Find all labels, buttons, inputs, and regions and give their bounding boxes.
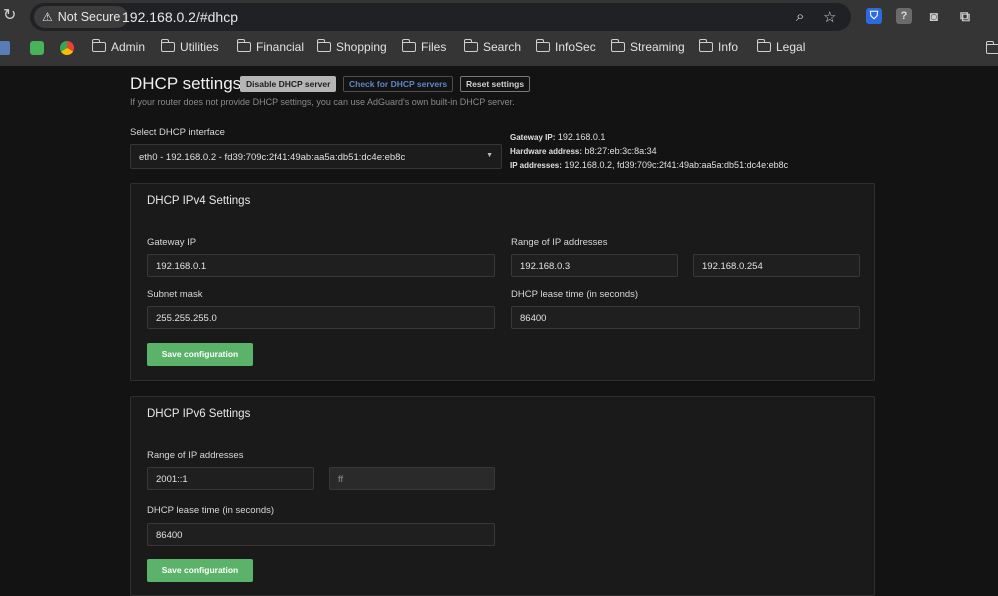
- bookmark-admin[interactable]: Admin: [91, 39, 146, 54]
- bookmark-label: Shopping: [336, 40, 387, 54]
- ipv4-lease-label: DHCP lease time (in seconds): [511, 289, 639, 300]
- folder-icon: [91, 39, 106, 52]
- hardware-info: Hardware address: b8:27:eb:3c:8a:34: [510, 146, 657, 156]
- folder-icon: [160, 39, 175, 52]
- interface-selected: eth0 - 192.168.0.2 - fd39:709c:2f41:49ab…: [139, 152, 406, 163]
- bookmark-label: Financial: [256, 40, 305, 54]
- ipv4-range-label: Range of IP addresses: [511, 237, 608, 248]
- bookmark-label: InfoSec: [555, 40, 596, 54]
- ip-info-value: 192.168.0.2, fd39:709c:2f41:49ab:aa5a:db…: [564, 160, 789, 170]
- ipv6-card: DHCP IPv6 Settings Range of IP addresses…: [130, 396, 875, 596]
- bookmark-label: Admin: [111, 40, 146, 54]
- shield-icon[interactable]: [30, 41, 44, 55]
- warning-icon: ⚠: [42, 10, 53, 24]
- ipv4-lease-input[interactable]: 86400: [511, 306, 860, 329]
- gateway-info-value: 192.168.0.1: [557, 132, 606, 142]
- ipv4-subnet-input[interactable]: 255.255.255.0: [147, 306, 495, 329]
- ipv4-gateway-input[interactable]: 192.168.0.1: [147, 254, 495, 277]
- page-subtitle: If your router does not provide DHCP set…: [130, 97, 515, 107]
- ipv4-title: DHCP IPv4 Settings: [147, 195, 251, 207]
- reload-icon[interactable]: ↻: [3, 7, 19, 25]
- ipv4-subnet-label: Subnet mask: [147, 289, 203, 300]
- url-text[interactable]: 192.168.0.2/#dhcp: [122, 9, 238, 25]
- bookmark-info[interactable]: Info: [698, 39, 739, 54]
- reset-settings-button[interactable]: Reset settings: [460, 76, 531, 92]
- page-title: DHCP settings: [130, 74, 242, 93]
- help-extension-icon[interactable]: ?: [896, 8, 912, 24]
- ipv6-save-button[interactable]: Save configuration: [147, 559, 253, 582]
- chevron-down-icon: ▼: [486, 152, 493, 159]
- disable-dhcp-button[interactable]: Disable DHCP server: [240, 76, 337, 92]
- hardware-info-label: Hardware address:: [510, 147, 583, 156]
- bookmark-infosec[interactable]: InfoSec: [535, 39, 596, 54]
- bookmark-label: Utilities: [180, 40, 219, 54]
- ipv4-gateway-label: Gateway IP: [147, 237, 197, 248]
- folder-icon: [401, 39, 416, 52]
- bookmark-site-icon[interactable]: [0, 41, 10, 55]
- bookmark-search[interactable]: Search: [463, 39, 522, 54]
- bookmark-files[interactable]: Files: [401, 39, 447, 54]
- bookmark-legal[interactable]: Legal: [756, 39, 806, 54]
- ipv4-range-end-input[interactable]: 192.168.0.254: [693, 254, 860, 277]
- interface-label: Select DHCP interface: [130, 127, 225, 138]
- ipv6-lease-input[interactable]: 86400: [147, 523, 495, 546]
- ipv4-card: DHCP IPv4 Settings Gateway IP 192.168.0.…: [130, 183, 875, 381]
- ipv6-lease-label: DHCP lease time (in seconds): [147, 505, 275, 516]
- ipv6-title: DHCP IPv6 Settings: [147, 408, 251, 420]
- folder-icon: [756, 39, 771, 52]
- bookmark-financial[interactable]: Financial: [236, 39, 305, 54]
- folder-icon: [610, 39, 625, 52]
- ipv6-range-label: Range of IP addresses: [147, 450, 244, 461]
- browser-chrome: ↻ ⚠ Not Secure 192.168.0.2/#dhcp ⌕ ☆ ⛉ ?…: [0, 0, 998, 66]
- bookmark-utilities[interactable]: Utilities: [160, 39, 219, 54]
- ip-info-label: IP addresses:: [510, 161, 562, 170]
- gateway-info: Gateway IP: 192.168.0.1: [510, 132, 605, 142]
- address-bar[interactable]: ⚠ Not Secure 192.168.0.2/#dhcp ⌕ ☆: [30, 3, 851, 31]
- folder-icon: [236, 39, 251, 52]
- gateway-info-label: Gateway IP:: [510, 133, 556, 142]
- dhcp-page: DHCP settings Disable DHCP server Check …: [0, 66, 998, 596]
- folder-icon[interactable]: [985, 41, 998, 54]
- folder-icon: [698, 39, 713, 52]
- chrome-icon[interactable]: [60, 41, 74, 55]
- bookmark-label: Legal: [776, 40, 806, 54]
- folder-icon: [316, 39, 331, 52]
- ipv4-range-start-input[interactable]: 192.168.0.3: [511, 254, 678, 277]
- folder-icon: [535, 39, 550, 52]
- bookmark-label: Streaming: [630, 40, 685, 54]
- toolbar: ↻ ⚠ Not Secure 192.168.0.2/#dhcp ⌕ ☆ ⛉ ?…: [0, 0, 998, 34]
- check-dhcp-button[interactable]: Check for DHCP servers: [343, 76, 454, 92]
- folder-icon: [463, 39, 478, 52]
- zoom-icon[interactable]: ⌕: [796, 8, 804, 25]
- bookmark-label: Search: [483, 40, 522, 54]
- interface-select[interactable]: eth0 - 192.168.0.2 - fd39:709c:2f41:49ab…: [130, 144, 502, 169]
- star-icon[interactable]: ☆: [823, 8, 836, 26]
- hardware-info-value: b8:27:eb:3c:8a:34: [584, 146, 657, 156]
- bitwarden-icon[interactable]: ⛉: [866, 8, 882, 24]
- ipv4-save-button[interactable]: Save configuration: [147, 343, 253, 366]
- camera-icon[interactable]: ◙: [926, 8, 942, 24]
- bookmark-label: Info: [718, 40, 739, 54]
- extensions-icon[interactable]: ⧉: [957, 8, 973, 24]
- bookmark-label: Files: [421, 40, 447, 54]
- security-chip[interactable]: ⚠ Not Secure: [34, 6, 129, 28]
- ipv6-range-start-input[interactable]: 2001::1: [147, 467, 314, 490]
- bookmark-shopping[interactable]: Shopping: [316, 39, 387, 54]
- ip-info: IP addresses: 192.168.0.2, fd39:709c:2f4…: [510, 160, 788, 170]
- bookmarks-bar: Admin Utilities Financial Shopping Files…: [0, 36, 998, 60]
- bookmark-streaming[interactable]: Streaming: [610, 39, 685, 54]
- security-label: Not Secure: [57, 10, 121, 24]
- ipv6-range-end-input[interactable]: ff: [329, 467, 495, 490]
